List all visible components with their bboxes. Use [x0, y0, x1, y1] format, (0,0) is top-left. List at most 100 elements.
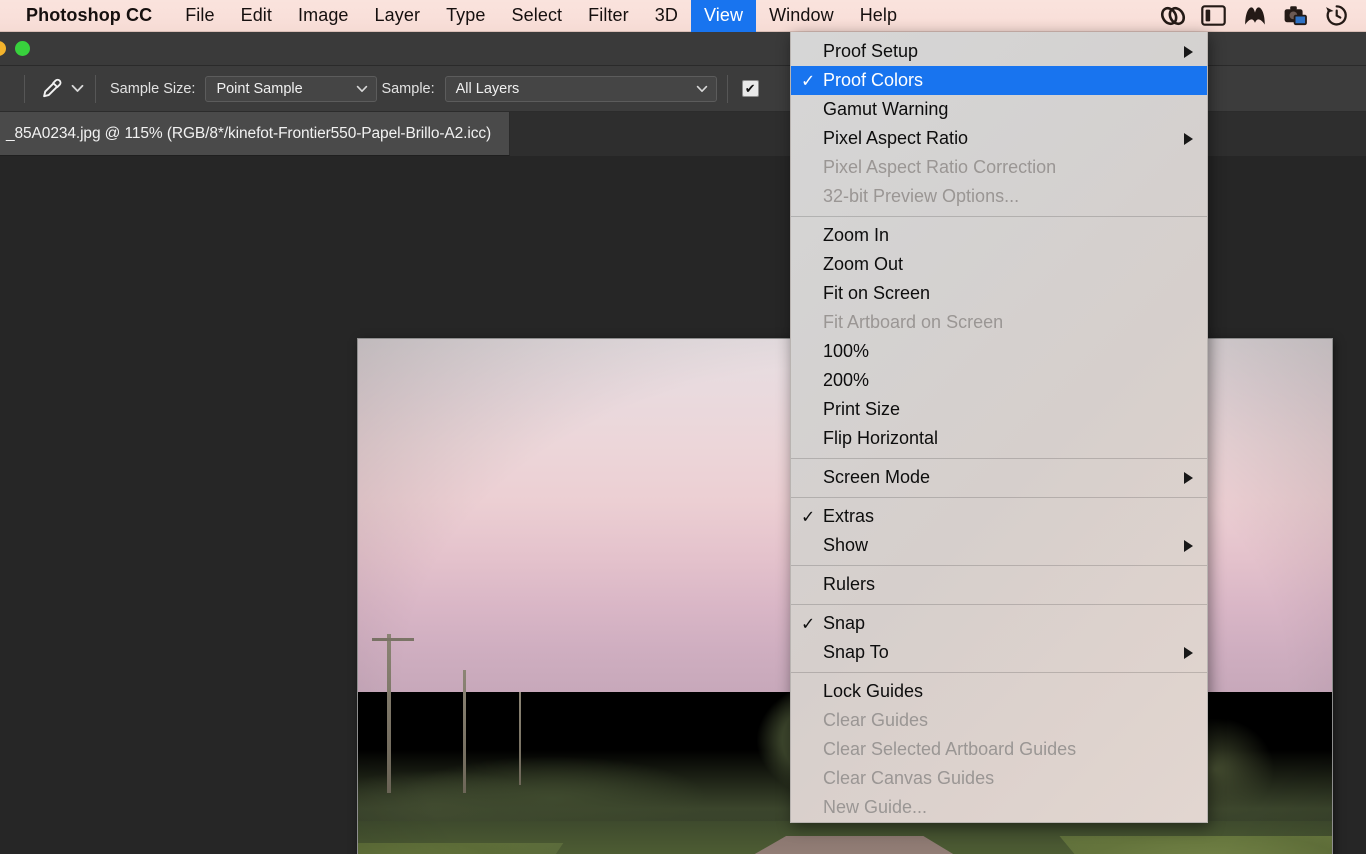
menu-layer[interactable]: Layer	[362, 0, 434, 32]
menu-item-lock-guides[interactable]: Lock Guides	[791, 677, 1207, 706]
menu-item-label: Rulers	[823, 574, 876, 594]
menu-item-label: Fit Artboard on Screen	[823, 312, 1004, 332]
menu-item-rulers[interactable]: Rulers	[791, 570, 1207, 599]
menu-view[interactable]: View	[690, 0, 757, 32]
menu-window[interactable]: Window	[756, 0, 847, 32]
menu-item-label: Snap To	[823, 642, 889, 662]
sample-value: All Layers	[455, 80, 520, 97]
menu-help[interactable]: Help	[847, 0, 910, 32]
menu-item-proof-setup[interactable]: Proof Setup	[791, 37, 1207, 66]
minimize-button[interactable]	[0, 41, 6, 56]
malwarebytes-icon[interactable]	[1241, 2, 1268, 29]
submenu-arrow-icon	[1184, 132, 1193, 145]
menu-app-name[interactable]: Photoshop CC	[0, 0, 172, 32]
menu-separator	[791, 216, 1207, 217]
eyedropper-icon[interactable]	[35, 74, 69, 104]
menu-item-clear-selected-artboard-guides: Clear Selected Artboard Guides	[791, 735, 1207, 764]
menu-item-new-guide: New Guide...	[791, 793, 1207, 822]
menu-item-flip-horizontal[interactable]: Flip Horizontal	[791, 424, 1207, 453]
menu-separator	[791, 458, 1207, 459]
submenu-arrow-icon	[1184, 471, 1193, 484]
menu-bar-status-icons	[1159, 2, 1366, 29]
menu-item-pixel-aspect-ratio-correction: Pixel Aspect Ratio Correction	[791, 153, 1207, 182]
menu-item-zoom-in[interactable]: Zoom In	[791, 221, 1207, 250]
menu-separator	[791, 604, 1207, 605]
tool-preset-chevron-down-icon[interactable]	[69, 84, 85, 93]
menu-item-label: Snap	[823, 613, 866, 633]
submenu-arrow-icon	[1184, 45, 1193, 58]
menu-item-label: Gamut Warning	[823, 99, 949, 119]
menu-item-clear-canvas-guides: Clear Canvas Guides	[791, 764, 1207, 793]
display-window-icon[interactable]	[1200, 2, 1227, 29]
submenu-arrow-icon	[1184, 539, 1193, 552]
menu-item-label: Proof Setup	[823, 41, 919, 61]
menu-separator	[791, 497, 1207, 498]
menu-type[interactable]: Type	[433, 0, 498, 32]
sample-select[interactable]: All Layers	[444, 75, 717, 102]
menu-item-fit-on-screen[interactable]: Fit on Screen	[791, 279, 1207, 308]
menu-item-200-percent[interactable]: 200%	[791, 366, 1207, 395]
menu-separator	[791, 672, 1207, 673]
photoshop-application-window: Photoshop CC File Edit Image Layer Type …	[0, 0, 1366, 854]
menu-item-label: 100%	[823, 341, 870, 361]
options-divider	[24, 74, 25, 103]
menu-item-label: New Guide...	[823, 797, 928, 817]
menu-item-extras[interactable]: ✓ Extras	[791, 502, 1207, 531]
menu-3d[interactable]: 3D	[642, 0, 691, 32]
options-divider-3	[726, 74, 728, 103]
view-dropdown-menu: Proof Setup ✓ Proof Colors Gamut Warning…	[790, 32, 1208, 823]
chevron-down-icon	[696, 81, 708, 97]
time-machine-icon[interactable]	[1323, 2, 1350, 29]
macos-menu-bar: Photoshop CC File Edit Image Layer Type …	[0, 0, 1366, 32]
show-sampling-ring-checkbox[interactable]: ✔	[741, 80, 759, 97]
menu-filter[interactable]: Filter	[575, 0, 642, 32]
menu-image[interactable]: Image	[285, 0, 362, 32]
menu-item-label: Clear Guides	[823, 710, 929, 730]
checkmark-icon: ✓	[801, 71, 816, 90]
menu-item-label: Proof Colors	[823, 70, 924, 90]
menu-item-label: 200%	[823, 370, 870, 390]
menu-item-snap-to[interactable]: Snap To	[791, 638, 1207, 667]
menu-item-label: Clear Canvas Guides	[823, 768, 995, 788]
sample-size-select[interactable]: Point Sample	[205, 75, 378, 102]
chevron-down-icon	[356, 81, 368, 97]
creative-cloud-icon[interactable]	[1159, 2, 1186, 29]
menu-item-label: Clear Selected Artboard Guides	[823, 739, 1077, 759]
menu-item-label: Fit on Screen	[823, 283, 931, 303]
menu-separator	[791, 565, 1207, 566]
zoom-button[interactable]	[15, 41, 30, 56]
menu-item-label: Zoom Out	[823, 254, 904, 274]
document-tab-title: _85A0234.jpg @ 115% (RGB/8*/kinefot-Fron…	[6, 124, 492, 142]
menu-item-label: Flip Horizontal	[823, 428, 939, 448]
menu-item-show[interactable]: Show	[791, 531, 1207, 560]
document-tab[interactable]: _85A0234.jpg @ 115% (RGB/8*/kinefot-Fron…	[0, 112, 511, 156]
sample-size-label: Sample Size:	[110, 80, 196, 97]
menu-item-label: Pixel Aspect Ratio Correction	[823, 157, 1057, 177]
menu-select[interactable]: Select	[499, 0, 576, 32]
screen-capture-icon[interactable]	[1282, 2, 1309, 29]
options-divider-2	[95, 74, 96, 103]
submenu-arrow-icon	[1184, 646, 1193, 659]
menu-file[interactable]: File	[172, 0, 227, 32]
menu-item-proof-colors[interactable]: ✓ Proof Colors	[791, 66, 1207, 95]
menu-item-label: Print Size	[823, 399, 901, 419]
menu-item-pixel-aspect-ratio[interactable]: Pixel Aspect Ratio	[791, 124, 1207, 153]
checkmark-icon: ✓	[801, 507, 816, 526]
menu-item-label: Pixel Aspect Ratio	[823, 128, 969, 148]
checkmark-icon: ✓	[801, 614, 816, 633]
sample-label: Sample:	[381, 80, 435, 97]
menu-item-100-percent[interactable]: 100%	[791, 337, 1207, 366]
menu-item-screen-mode[interactable]: Screen Mode	[791, 463, 1207, 492]
menu-item-snap[interactable]: ✓ Snap	[791, 609, 1207, 638]
menu-edit[interactable]: Edit	[228, 0, 285, 32]
menu-item-label: Zoom In	[823, 225, 890, 245]
sample-size-value: Point Sample	[216, 80, 303, 97]
window-traffic-lights	[0, 41, 30, 56]
menu-item-zoom-out[interactable]: Zoom Out	[791, 250, 1207, 279]
menu-item-gamut-warning[interactable]: Gamut Warning	[791, 95, 1207, 124]
menu-item-fit-artboard-on-screen: Fit Artboard on Screen	[791, 308, 1207, 337]
menu-item-label: 32-bit Preview Options...	[823, 186, 1020, 206]
menu-item-print-size[interactable]: Print Size	[791, 395, 1207, 424]
menu-item-label: Screen Mode	[823, 467, 931, 487]
menu-item-label: Show	[823, 535, 869, 555]
